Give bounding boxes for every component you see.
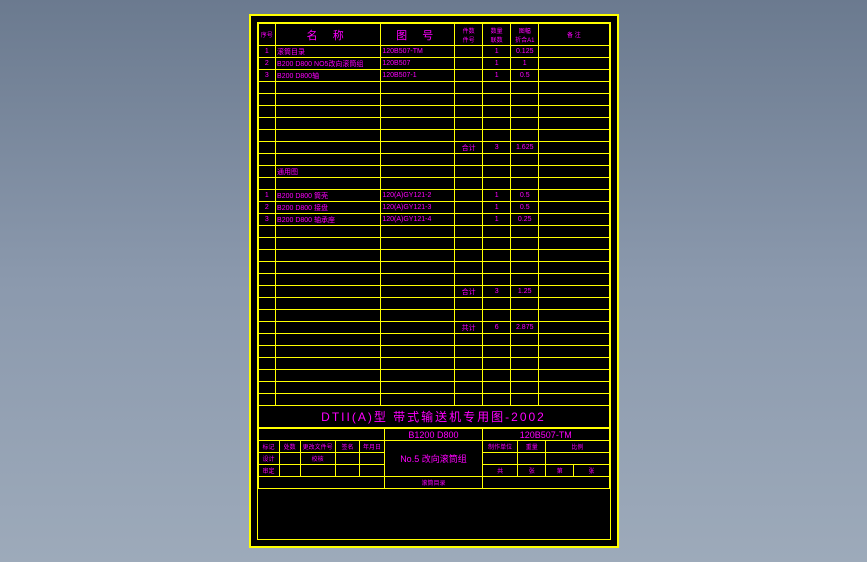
hdr-drawing: 图 号 [381, 24, 455, 46]
subhead-row: 通用图 [258, 166, 609, 178]
table-row [258, 358, 609, 370]
parts-table: 序号 名 称 图 号 件数件号 数量联数 图幅折合A1 备 注 1滚筒目录120… [258, 23, 610, 428]
table-row: 1B200 D800 筒壳120(A)GY121-210.5 [258, 190, 609, 202]
title-row: DTII(A)型 带式输送机专用图-2002 [258, 406, 609, 428]
hdr-c6: 图幅折合A1 [511, 24, 539, 46]
title-block: B1200 D800 120B507-TM 标记 处数 更改文件号 签名 年月日… [258, 428, 610, 489]
table-row [258, 298, 609, 310]
subtotal-row: 合计31.625 [258, 142, 609, 154]
table-row [258, 118, 609, 130]
footer-label: 滚筒目录 [384, 477, 482, 489]
table-row: 1滚筒目录120B507-TM10.125 [258, 46, 609, 58]
table-row [258, 130, 609, 142]
table-row [258, 238, 609, 250]
drawing-frame: 序号 名 称 图 号 件数件号 数量联数 图幅折合A1 备 注 1滚筒目录120… [257, 22, 611, 540]
table-row [258, 382, 609, 394]
table-row: 3B200 D800 轴承座120(A)GY121-410.25 [258, 214, 609, 226]
total-row: 共计62.875 [258, 322, 609, 334]
table-row [258, 310, 609, 322]
table-row [258, 154, 609, 166]
table-row [258, 94, 609, 106]
table-row [258, 334, 609, 346]
hdr-name: 名 称 [276, 24, 381, 46]
hdr-c5: 数量联数 [483, 24, 511, 46]
table-row [258, 274, 609, 286]
hdr-c4: 件数件号 [455, 24, 483, 46]
subtotal-row: 合计31.25 [258, 286, 609, 298]
model-cell: B1200 D800 [384, 429, 482, 441]
table-row [258, 346, 609, 358]
hdr-seq: 序号 [258, 24, 276, 46]
table-row [258, 106, 609, 118]
table-row [258, 370, 609, 382]
table-row [258, 250, 609, 262]
table-row [258, 178, 609, 190]
table-row: 2B200 D800 接盘120(A)GY121-310.5 [258, 202, 609, 214]
table-row: 2B200 D800 NO5改向滚筒组120B50711 [258, 58, 609, 70]
table-row [258, 394, 609, 406]
code-cell: 120B507-TM [483, 429, 609, 441]
part-name: No.5 改向滚筒组 [384, 441, 482, 477]
table-row: 3B200 D800轴120B507-110.5 [258, 70, 609, 82]
table-row [258, 226, 609, 238]
drawing-sheet: 序号 名 称 图 号 件数件号 数量联数 图幅折合A1 备 注 1滚筒目录120… [249, 14, 619, 548]
hdr-c7: 备 注 [539, 24, 609, 46]
table-row [258, 82, 609, 94]
table-row [258, 262, 609, 274]
